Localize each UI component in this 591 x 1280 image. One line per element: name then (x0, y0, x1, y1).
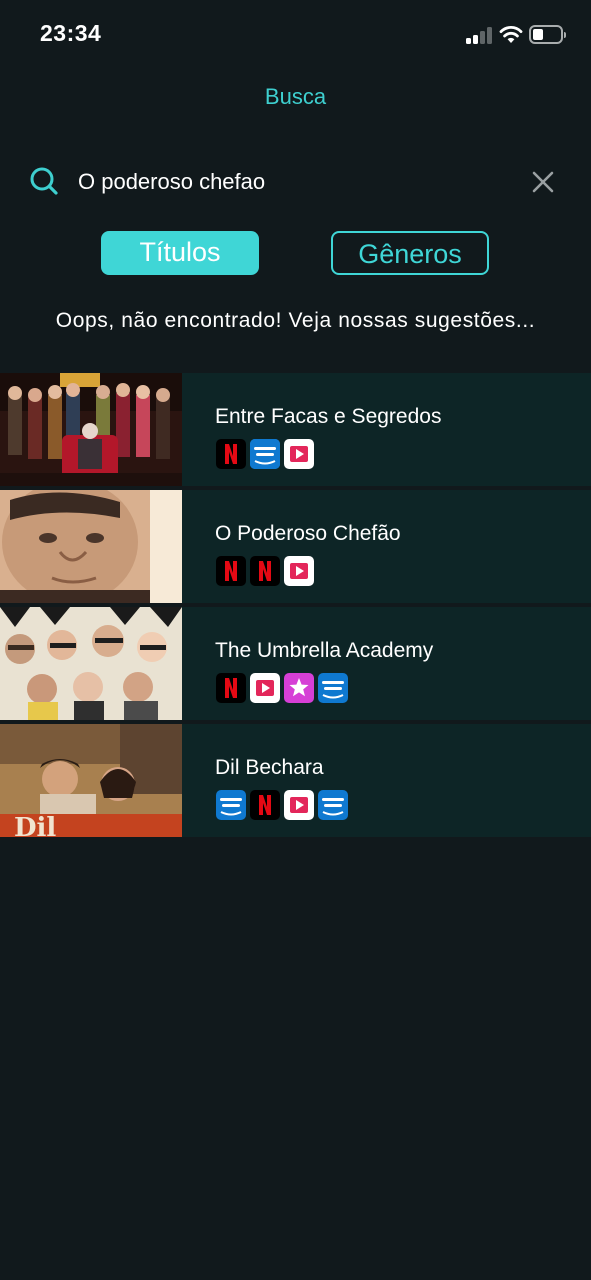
netflix-icon (216, 673, 246, 703)
tab-titles[interactable]: Títulos (101, 231, 259, 275)
prime-video-icon (318, 790, 348, 820)
poster-image (0, 490, 182, 603)
not-found-message: Oops, não encontrado! Veja nossas sugest… (55, 309, 536, 332)
close-icon[interactable] (531, 170, 555, 194)
google-play-movies-icon (284, 556, 314, 586)
status-time: 23:34 (40, 20, 102, 46)
result-title: Dil Bechara (215, 756, 324, 779)
svg-text:Dil: Dil (14, 813, 56, 837)
battery-icon (529, 25, 566, 44)
netflix-icon (250, 790, 280, 820)
result-title: The Umbrella Academy (215, 639, 434, 662)
netflix-icon (216, 556, 246, 586)
itunes-star-icon (284, 673, 314, 703)
search-icon (30, 167, 58, 195)
cellular-signal-icon (466, 27, 492, 44)
poster-image (0, 373, 182, 486)
prime-video-icon (216, 790, 246, 820)
prime-video-icon (318, 673, 348, 703)
result-row[interactable]: Dil Dil Bechara (0, 724, 591, 837)
google-play-movies-icon (284, 790, 314, 820)
result-title: O Poderoso Chefão (215, 522, 401, 545)
wifi-icon (499, 26, 523, 43)
prime-video-icon (250, 439, 280, 469)
result-row[interactable]: O Poderoso Chefão (0, 490, 591, 603)
search-screen: 23:34 Busca Títulos Gêneros (0, 0, 591, 1280)
result-title: Entre Facas e Segredos (215, 405, 442, 428)
results-list: Entre Facas e Segredos O Poderoso Chefão… (0, 373, 591, 841)
netflix-icon (216, 439, 246, 469)
google-play-movies-icon (250, 673, 280, 703)
poster-image: Dil (0, 724, 182, 837)
search-bar (0, 160, 591, 204)
status-bar: 23:34 (0, 0, 591, 70)
result-row[interactable]: Entre Facas e Segredos (0, 373, 591, 486)
poster-image (0, 607, 182, 720)
page-title: Busca (264, 84, 327, 109)
tab-genres[interactable]: Gêneros (331, 231, 489, 275)
netflix-icon (250, 556, 280, 586)
search-input[interactable] (78, 164, 498, 200)
google-play-movies-icon (284, 439, 314, 469)
result-row[interactable]: The Umbrella Academy (0, 607, 591, 720)
